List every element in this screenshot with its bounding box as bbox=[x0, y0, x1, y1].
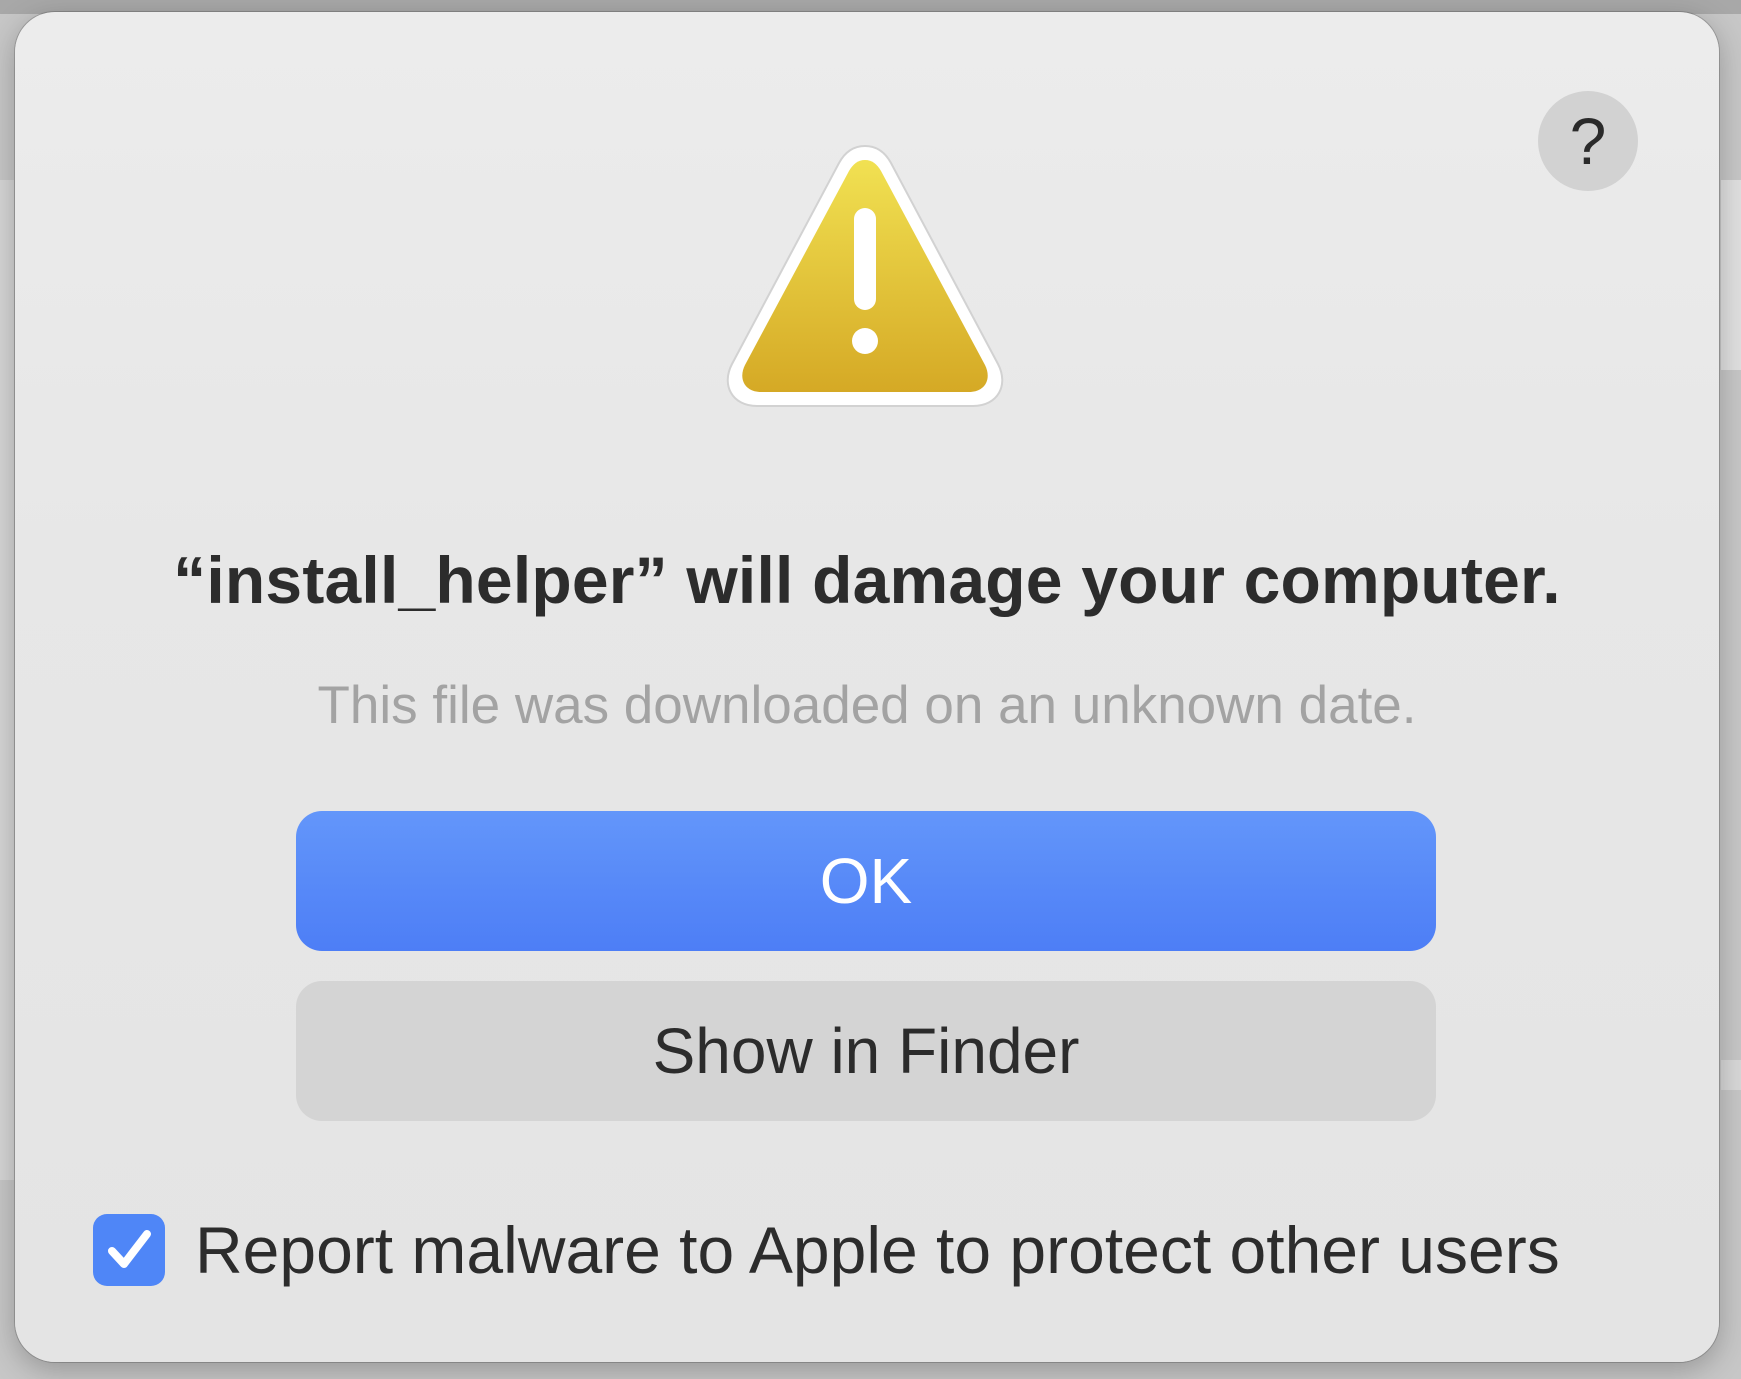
help-button[interactable]: ? bbox=[1538, 91, 1638, 191]
background-panel-edge-lower bbox=[1721, 1060, 1741, 1090]
alert-subtitle: This file was downloaded on an unknown d… bbox=[317, 676, 1417, 735]
show-in-finder-button[interactable]: Show in Finder bbox=[296, 981, 1436, 1121]
malware-alert-dialog: ? “install_helper” will damage your comp… bbox=[15, 12, 1719, 1362]
checkmark-icon bbox=[108, 1230, 151, 1268]
warning-triangle-icon bbox=[726, 144, 1004, 407]
alert-title: “install_helper” will damage your comput… bbox=[173, 543, 1561, 617]
ok-button[interactable]: OK bbox=[296, 811, 1436, 951]
background-sidebar-edge bbox=[0, 180, 14, 1180]
report-malware-checkbox[interactable] bbox=[93, 1214, 165, 1286]
background-panel-edge bbox=[1721, 180, 1741, 370]
report-malware-label: Report malware to Apple to protect other… bbox=[195, 1213, 1560, 1287]
report-malware-option[interactable]: Report malware to Apple to protect other… bbox=[93, 1210, 1560, 1290]
